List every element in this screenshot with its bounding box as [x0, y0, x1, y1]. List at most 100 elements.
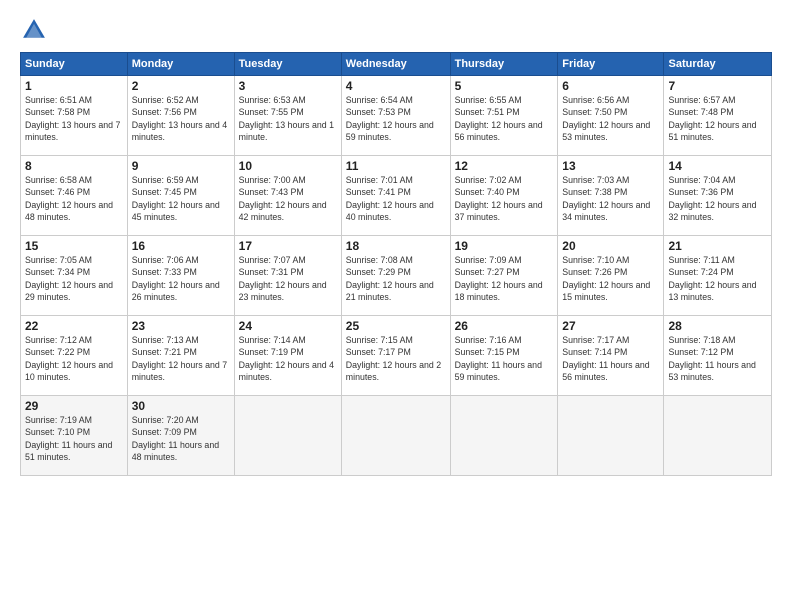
day-number: 19: [455, 239, 554, 253]
day-number: 8: [25, 159, 123, 173]
day-info: Sunrise: 6:59 AMSunset: 7:45 PMDaylight:…: [132, 175, 220, 222]
calendar-cell: 27 Sunrise: 7:17 AMSunset: 7:14 PMDaylig…: [558, 316, 664, 396]
day-info: Sunrise: 7:15 AMSunset: 7:17 PMDaylight:…: [346, 335, 441, 382]
calendar-cell: 9 Sunrise: 6:59 AMSunset: 7:45 PMDayligh…: [127, 156, 234, 236]
day-info: Sunrise: 7:03 AMSunset: 7:38 PMDaylight:…: [562, 175, 650, 222]
day-info: Sunrise: 7:08 AMSunset: 7:29 PMDaylight:…: [346, 255, 434, 302]
page: SundayMondayTuesdayWednesdayThursdayFrid…: [0, 0, 792, 612]
day-number: 11: [346, 159, 446, 173]
calendar-cell: 19 Sunrise: 7:09 AMSunset: 7:27 PMDaylig…: [450, 236, 558, 316]
day-number: 3: [239, 79, 337, 93]
day-info: Sunrise: 6:54 AMSunset: 7:53 PMDaylight:…: [346, 95, 434, 142]
day-header-friday: Friday: [558, 53, 664, 76]
day-number: 16: [132, 239, 230, 253]
calendar-cell: 5 Sunrise: 6:55 AMSunset: 7:51 PMDayligh…: [450, 76, 558, 156]
day-number: 26: [455, 319, 554, 333]
day-info: Sunrise: 7:17 AMSunset: 7:14 PMDaylight:…: [562, 335, 649, 382]
day-header-monday: Monday: [127, 53, 234, 76]
day-number: 12: [455, 159, 554, 173]
calendar-cell: 29 Sunrise: 7:19 AMSunset: 7:10 PMDaylig…: [21, 396, 128, 476]
calendar-cell: 7 Sunrise: 6:57 AMSunset: 7:48 PMDayligh…: [664, 76, 772, 156]
day-number: 6: [562, 79, 659, 93]
day-info: Sunrise: 7:01 AMSunset: 7:41 PMDaylight:…: [346, 175, 434, 222]
calendar-cell: 15 Sunrise: 7:05 AMSunset: 7:34 PMDaylig…: [21, 236, 128, 316]
day-number: 13: [562, 159, 659, 173]
day-info: Sunrise: 7:05 AMSunset: 7:34 PMDaylight:…: [25, 255, 113, 302]
calendar-cell: 22 Sunrise: 7:12 AMSunset: 7:22 PMDaylig…: [21, 316, 128, 396]
header: [20, 16, 772, 44]
calendar-cell: 8 Sunrise: 6:58 AMSunset: 7:46 PMDayligh…: [21, 156, 128, 236]
day-info: Sunrise: 6:52 AMSunset: 7:56 PMDaylight:…: [132, 95, 227, 142]
day-info: Sunrise: 6:55 AMSunset: 7:51 PMDaylight:…: [455, 95, 543, 142]
day-info: Sunrise: 7:13 AMSunset: 7:21 PMDaylight:…: [132, 335, 227, 382]
calendar-cell: 30 Sunrise: 7:20 AMSunset: 7:09 PMDaylig…: [127, 396, 234, 476]
day-number: 10: [239, 159, 337, 173]
calendar-table: SundayMondayTuesdayWednesdayThursdayFrid…: [20, 52, 772, 476]
calendar-week-4: 22 Sunrise: 7:12 AMSunset: 7:22 PMDaylig…: [21, 316, 772, 396]
calendar-week-2: 8 Sunrise: 6:58 AMSunset: 7:46 PMDayligh…: [21, 156, 772, 236]
calendar-cell: 21 Sunrise: 7:11 AMSunset: 7:24 PMDaylig…: [664, 236, 772, 316]
day-header-saturday: Saturday: [664, 53, 772, 76]
day-number: 4: [346, 79, 446, 93]
day-info: Sunrise: 6:56 AMSunset: 7:50 PMDaylight:…: [562, 95, 650, 142]
calendar-cell: [341, 396, 450, 476]
day-header-wednesday: Wednesday: [341, 53, 450, 76]
calendar-cell: 1 Sunrise: 6:51 AMSunset: 7:58 PMDayligh…: [21, 76, 128, 156]
day-info: Sunrise: 7:20 AMSunset: 7:09 PMDaylight:…: [132, 415, 219, 462]
calendar-cell: 14 Sunrise: 7:04 AMSunset: 7:36 PMDaylig…: [664, 156, 772, 236]
day-info: Sunrise: 7:06 AMSunset: 7:33 PMDaylight:…: [132, 255, 220, 302]
calendar-cell: 18 Sunrise: 7:08 AMSunset: 7:29 PMDaylig…: [341, 236, 450, 316]
calendar-cell: 16 Sunrise: 7:06 AMSunset: 7:33 PMDaylig…: [127, 236, 234, 316]
calendar-cell: 13 Sunrise: 7:03 AMSunset: 7:38 PMDaylig…: [558, 156, 664, 236]
calendar-cell: 6 Sunrise: 6:56 AMSunset: 7:50 PMDayligh…: [558, 76, 664, 156]
logo-icon: [20, 16, 48, 44]
day-number: 25: [346, 319, 446, 333]
calendar-week-1: 1 Sunrise: 6:51 AMSunset: 7:58 PMDayligh…: [21, 76, 772, 156]
calendar-cell: 3 Sunrise: 6:53 AMSunset: 7:55 PMDayligh…: [234, 76, 341, 156]
day-info: Sunrise: 7:07 AMSunset: 7:31 PMDaylight:…: [239, 255, 327, 302]
calendar-cell: 11 Sunrise: 7:01 AMSunset: 7:41 PMDaylig…: [341, 156, 450, 236]
day-info: Sunrise: 7:16 AMSunset: 7:15 PMDaylight:…: [455, 335, 542, 382]
day-header-tuesday: Tuesday: [234, 53, 341, 76]
day-info: Sunrise: 7:14 AMSunset: 7:19 PMDaylight:…: [239, 335, 334, 382]
day-number: 9: [132, 159, 230, 173]
day-info: Sunrise: 6:53 AMSunset: 7:55 PMDaylight:…: [239, 95, 334, 142]
day-info: Sunrise: 7:19 AMSunset: 7:10 PMDaylight:…: [25, 415, 112, 462]
day-number: 15: [25, 239, 123, 253]
day-number: 27: [562, 319, 659, 333]
calendar-cell: 12 Sunrise: 7:02 AMSunset: 7:40 PMDaylig…: [450, 156, 558, 236]
day-number: 22: [25, 319, 123, 333]
day-number: 5: [455, 79, 554, 93]
day-header-sunday: Sunday: [21, 53, 128, 76]
calendar-cell: 26 Sunrise: 7:16 AMSunset: 7:15 PMDaylig…: [450, 316, 558, 396]
day-number: 1: [25, 79, 123, 93]
calendar-week-5: 29 Sunrise: 7:19 AMSunset: 7:10 PMDaylig…: [21, 396, 772, 476]
calendar-week-3: 15 Sunrise: 7:05 AMSunset: 7:34 PMDaylig…: [21, 236, 772, 316]
day-number: 21: [668, 239, 767, 253]
day-info: Sunrise: 6:58 AMSunset: 7:46 PMDaylight:…: [25, 175, 113, 222]
calendar-cell: [234, 396, 341, 476]
calendar-header: SundayMondayTuesdayWednesdayThursdayFrid…: [21, 53, 772, 76]
calendar-cell: 28 Sunrise: 7:18 AMSunset: 7:12 PMDaylig…: [664, 316, 772, 396]
calendar-cell: [558, 396, 664, 476]
calendar-cell: 25 Sunrise: 7:15 AMSunset: 7:17 PMDaylig…: [341, 316, 450, 396]
day-number: 28: [668, 319, 767, 333]
day-number: 30: [132, 399, 230, 413]
day-number: 24: [239, 319, 337, 333]
calendar-cell: 4 Sunrise: 6:54 AMSunset: 7:53 PMDayligh…: [341, 76, 450, 156]
day-number: 2: [132, 79, 230, 93]
calendar-cell: 23 Sunrise: 7:13 AMSunset: 7:21 PMDaylig…: [127, 316, 234, 396]
day-number: 14: [668, 159, 767, 173]
day-number: 18: [346, 239, 446, 253]
day-info: Sunrise: 7:00 AMSunset: 7:43 PMDaylight:…: [239, 175, 327, 222]
day-info: Sunrise: 7:09 AMSunset: 7:27 PMDaylight:…: [455, 255, 543, 302]
calendar-cell: [664, 396, 772, 476]
day-info: Sunrise: 7:02 AMSunset: 7:40 PMDaylight:…: [455, 175, 543, 222]
header-row: SundayMondayTuesdayWednesdayThursdayFrid…: [21, 53, 772, 76]
day-number: 17: [239, 239, 337, 253]
day-number: 20: [562, 239, 659, 253]
day-info: Sunrise: 6:57 AMSunset: 7:48 PMDaylight:…: [668, 95, 756, 142]
day-number: 7: [668, 79, 767, 93]
day-number: 29: [25, 399, 123, 413]
day-info: Sunrise: 7:12 AMSunset: 7:22 PMDaylight:…: [25, 335, 113, 382]
